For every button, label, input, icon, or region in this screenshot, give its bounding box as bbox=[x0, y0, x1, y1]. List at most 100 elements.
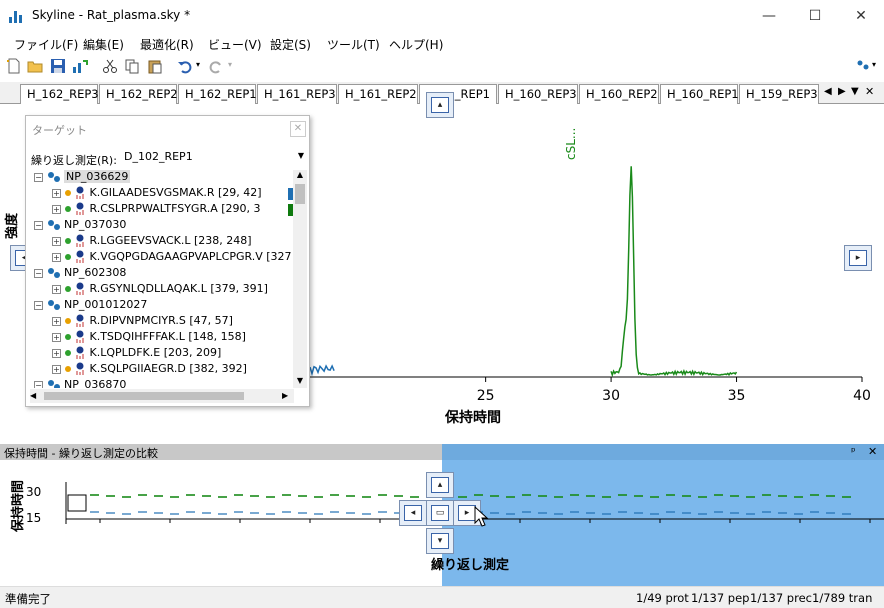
targets-horizontal-scrollbar[interactable]: ◀ ▶ bbox=[30, 389, 294, 403]
cut-icon[interactable] bbox=[102, 58, 118, 74]
open-folder-icon[interactable] bbox=[27, 58, 43, 74]
peptide-node[interactable]: + K.LQPLDFK.E [203, 209] bbox=[52, 346, 221, 362]
collapse-icon[interactable]: − bbox=[34, 268, 43, 278]
peptide-node[interactable]: + K.TSDQIHFFFAK.L [148, 158] bbox=[52, 330, 246, 346]
expand-icon[interactable]: + bbox=[52, 252, 61, 262]
peptide-sequence: K.GILAADESVGSMAK.R [29, 42] bbox=[89, 186, 262, 199]
tab-scroll-left-icon[interactable]: ◀ bbox=[824, 86, 832, 97]
dock-compass-bottom[interactable]: ▾ bbox=[426, 528, 454, 554]
scroll-down-icon[interactable]: ▼ bbox=[293, 376, 307, 388]
rt-y-tick-30: 30 bbox=[26, 485, 41, 499]
tab-list-icon[interactable]: ▼ bbox=[851, 86, 859, 97]
collapse-icon[interactable]: − bbox=[34, 220, 43, 230]
menu-tools[interactable]: ツール(T) bbox=[327, 36, 380, 53]
redo-dropdown-icon[interactable]: ▾ bbox=[228, 60, 232, 69]
protein-node[interactable]: − NP_037030 bbox=[34, 218, 126, 234]
peptide-icon bbox=[76, 362, 84, 375]
dock-compass-center[interactable]: ▭ bbox=[426, 500, 454, 526]
rt-y-tick-15: 15 bbox=[26, 511, 41, 525]
peptide-sequence: R.LGGEEVSVACK.L [238, 248] bbox=[89, 234, 252, 247]
peptide-node[interactable]: + R.CSLPRPWALTFSYGR.A [290, 3 bbox=[52, 202, 294, 218]
horizontal-scroll-thumb[interactable] bbox=[44, 392, 244, 400]
peptide-node[interactable]: + R.DIPVNPMCIYR.S [47, 57] bbox=[52, 314, 233, 330]
protein-node[interactable]: − NP_602308 bbox=[34, 266, 126, 282]
protein-icon bbox=[47, 268, 60, 278]
peptide-node[interactable]: + R.GSYNLQDLLAQAK.L [379, 391] bbox=[52, 282, 268, 298]
protein-node[interactable]: − NP_036870 bbox=[34, 378, 126, 388]
expand-icon[interactable]: + bbox=[52, 284, 61, 294]
tab-h162-rep2[interactable]: H_162_REP2 bbox=[99, 84, 178, 104]
expand-icon[interactable]: + bbox=[52, 364, 61, 374]
peptide-node[interactable]: + K.VGQPGDAGAAGPVAPLCPGR.V [327 bbox=[52, 250, 292, 266]
menu-refine[interactable]: 最適化(R) bbox=[140, 36, 194, 53]
tab-scroll-right-icon[interactable]: ▶ bbox=[838, 86, 846, 97]
peptide-node[interactable]: + R.LGGEEVSVACK.L [238, 248] bbox=[52, 234, 252, 250]
expand-icon[interactable]: + bbox=[52, 348, 61, 358]
expand-icon[interactable]: + bbox=[52, 332, 61, 342]
scroll-up-icon[interactable]: ▲ bbox=[293, 170, 307, 182]
dock-top-guide[interactable]: ▴ bbox=[426, 92, 454, 118]
mouse-cursor-icon bbox=[474, 506, 489, 527]
selected-replicate-box bbox=[67, 494, 87, 512]
expand-icon[interactable]: + bbox=[52, 316, 61, 326]
menu-file[interactable]: ファイル(F) bbox=[14, 36, 78, 53]
tab-h160-rep2[interactable]: H_160_REP2 bbox=[579, 84, 659, 104]
save-icon[interactable] bbox=[50, 58, 66, 74]
close-button[interactable]: ✕ bbox=[838, 0, 884, 32]
peptide-status-dot bbox=[64, 318, 71, 324]
dock-compass-top[interactable]: ▴ bbox=[426, 472, 454, 498]
menu-view[interactable]: ビュー(V) bbox=[208, 36, 262, 53]
targets-vertical-scrollbar[interactable]: ▲ ▼ bbox=[293, 170, 307, 388]
scroll-left-icon[interactable]: ◀ bbox=[30, 389, 42, 403]
targets-tree[interactable]: − NP_036629 + K.GILAADESVGSMAK.R [29, 42]… bbox=[30, 170, 294, 388]
redo-icon[interactable] bbox=[208, 58, 224, 74]
expand-icon[interactable]: + bbox=[52, 204, 61, 214]
targets-close-icon[interactable]: ✕ bbox=[290, 121, 306, 137]
collapse-icon[interactable]: − bbox=[34, 172, 43, 182]
scroll-right-icon[interactable]: ▶ bbox=[282, 389, 294, 403]
peptide-status-dot bbox=[64, 350, 71, 356]
expand-icon[interactable]: + bbox=[52, 188, 61, 198]
tab-h161-rep2[interactable]: H_161_REP2 bbox=[338, 84, 418, 104]
new-file-icon[interactable] bbox=[6, 58, 22, 74]
tab-h159-rep3[interactable]: H_159_REP3 bbox=[739, 84, 819, 104]
x-tick-label: 40 bbox=[853, 388, 871, 404]
tab-h162-rep3[interactable]: H_162_REP3 bbox=[20, 84, 99, 104]
retention-time-panel[interactable]: 保持時間 - 繰り返し測定の比較 ᵖ ✕ 30 15 保持時間 繰り返し測定 ▴… bbox=[0, 444, 884, 586]
maximize-button[interactable]: ☐ bbox=[792, 0, 838, 32]
targets-panel: ターゲット ✕ 繰り返し測定(R): D_102_REP1 ▼ − NP_036… bbox=[25, 115, 310, 407]
undo-dropdown-icon[interactable]: ▾ bbox=[196, 60, 200, 69]
collapse-icon[interactable]: − bbox=[34, 300, 43, 310]
tab-close-icon[interactable]: ✕ bbox=[865, 85, 874, 98]
undo-icon[interactable] bbox=[177, 58, 193, 74]
collapse-icon[interactable]: − bbox=[34, 380, 43, 388]
menu-help[interactable]: ヘルプ(H) bbox=[389, 36, 443, 53]
scroll-thumb[interactable] bbox=[295, 184, 305, 204]
peak-annotation: cSL... bbox=[564, 128, 578, 160]
toolbar-dropdown-icon[interactable]: ▾ bbox=[872, 60, 876, 69]
publish-icon[interactable] bbox=[72, 58, 88, 74]
tab-h160-rep3[interactable]: H_160_REP3 bbox=[498, 84, 578, 104]
tab-h160-rep1[interactable]: H_160_REP1 bbox=[660, 84, 739, 104]
paste-icon[interactable] bbox=[147, 58, 163, 74]
protein-node[interactable]: − NP_001012027 bbox=[34, 298, 147, 314]
compass-top-icon: ▴ bbox=[431, 477, 449, 493]
dock-right-guide[interactable]: ▸ bbox=[844, 245, 872, 271]
copy-icon[interactable] bbox=[124, 58, 140, 74]
peptide-node[interactable]: + K.SQLPGIIAEGR.D [382, 392] bbox=[52, 362, 247, 378]
peptide-icon bbox=[76, 346, 84, 359]
minimize-button[interactable]: — bbox=[746, 0, 792, 32]
precursor-count: 1/137 prec bbox=[750, 591, 812, 605]
dock-compass-left[interactable]: ◂ bbox=[399, 500, 427, 526]
tab-h161-rep3[interactable]: H_161_REP3 bbox=[257, 84, 337, 104]
peptide-toolbar-icon[interactable] bbox=[856, 58, 872, 74]
protein-node[interactable]: − NP_036629 bbox=[34, 170, 131, 186]
replicate-select[interactable]: D_102_REP1 ▼ bbox=[124, 150, 306, 168]
peptide-node[interactable]: + K.GILAADESVGSMAK.R [29, 42] bbox=[52, 186, 294, 202]
expand-icon[interactable]: + bbox=[52, 236, 61, 246]
menu-edit[interactable]: 編集(E) bbox=[83, 36, 124, 53]
tab-h162-rep1[interactable]: H_162_REP1 bbox=[178, 84, 257, 104]
dock-top-icon: ▴ bbox=[431, 97, 449, 113]
menu-settings[interactable]: 設定(S) bbox=[270, 36, 311, 53]
menu-bar: ファイル(F) 編集(E) 最適化(R) ビュー(V) 設定(S) ツール(T)… bbox=[0, 32, 884, 54]
